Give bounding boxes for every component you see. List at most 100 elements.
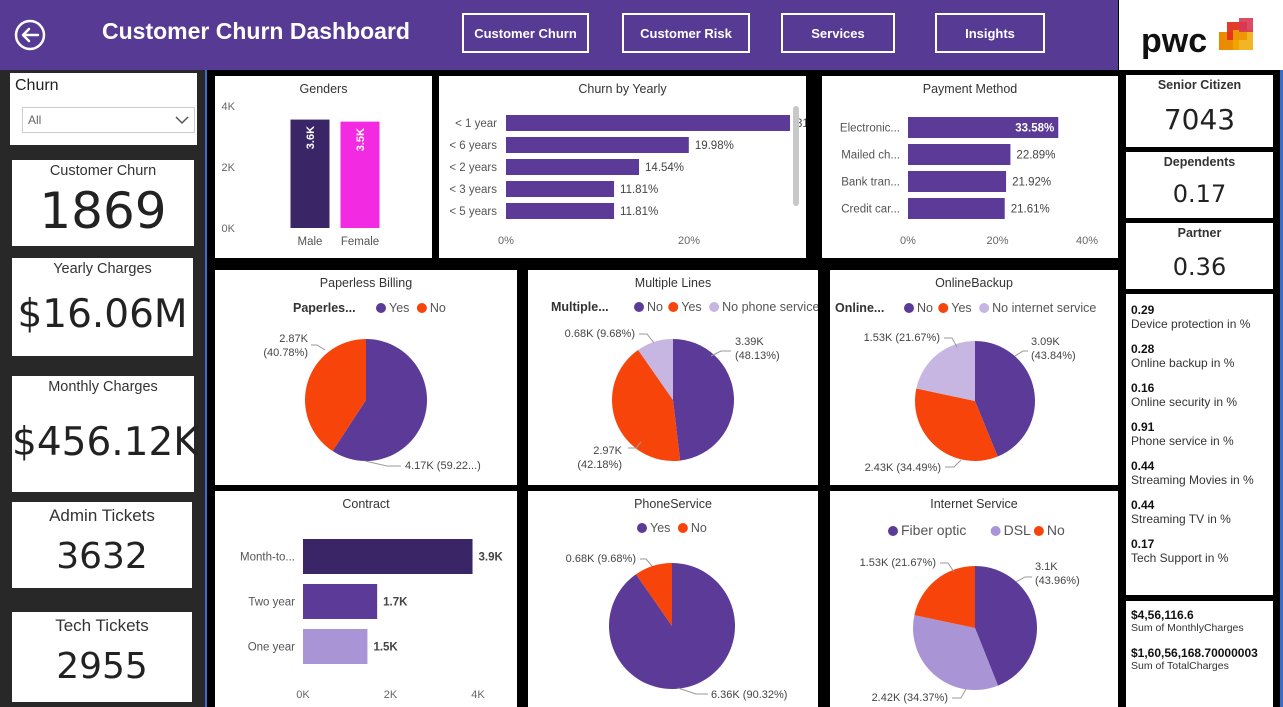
pie-data-label: 2.87K [279, 333, 308, 345]
bar [506, 203, 615, 219]
kpi-value: 3632 [56, 536, 148, 577]
nav-button-insights[interactable]: Insights [935, 13, 1045, 53]
metric-value: 0.28 [1131, 342, 1155, 356]
legend-label: No [917, 301, 933, 315]
legend-label: No [1047, 522, 1065, 538]
churn-filter-label: Churn [15, 77, 59, 94]
category-label: < 2 years [449, 162, 497, 174]
legend-title: Paperles... [293, 301, 356, 315]
leader-line [677, 687, 708, 695]
sum-item: $1,60,56,168.70000003 Sum of TotalCharges [1131, 646, 1258, 672]
metric-value: 0.91 [1131, 420, 1155, 434]
bar-data-label: 22.89% [1016, 150, 1055, 162]
category-label: < 1 year [455, 118, 497, 130]
nav-button-customer-churn[interactable]: Customer Churn [462, 13, 589, 53]
scrollbar[interactable] [793, 106, 799, 206]
legend-label: No internet service [992, 301, 1096, 315]
legend-marker [677, 523, 688, 533]
back-arrow-icon[interactable] [14, 19, 46, 51]
pie-data-label: 0.68K (9.68%) [566, 553, 636, 565]
sum-label: Sum of MonthlyCharges [1131, 622, 1244, 634]
churn-filter-dropdown[interactable]: All [22, 107, 195, 133]
page-title: Customer Churn Dashboard [102, 18, 410, 44]
x-tick-label: 40% [1076, 235, 1098, 247]
legend-label: Yes [389, 301, 409, 315]
pie-data-label: 3.09K [1031, 336, 1060, 348]
metric-label: Device protection in % [1131, 317, 1251, 331]
x-tick-label: 20% [678, 235, 700, 247]
internet-service-svg: Fiber optic DSL No 3.1K (43.96%) 2.42K (34.37… [860, 522, 1080, 704]
legend-title: Online... [835, 301, 884, 315]
nav-button-customer-risk[interactable]: Customer Risk [622, 13, 750, 53]
legend-marker [990, 526, 1001, 536]
kpi-tech-tickets: Tech Tickets 2955 [12, 612, 192, 702]
legend-marker [668, 302, 679, 312]
leader-line [364, 460, 401, 467]
churn-by-yearly-svg: < 1 year31.04%< 6 years19.98%< 2 years14… [449, 115, 806, 247]
left-panel: Churn All Customer Churn 1869 Yearly Cha… [0, 70, 207, 707]
legend-label: No [647, 300, 663, 314]
bar-data-label: 11.81% [620, 206, 658, 218]
totals-card: $4,56,116.6 Sum of MonthlyCharges $1,60,5… [1126, 601, 1273, 707]
nav-button-services[interactable]: Services [781, 13, 895, 53]
category-label: One year [248, 642, 295, 654]
payment-method-svg: Electronic... 33.58% Mailed ch... 22.89% Ban… [840, 117, 1098, 247]
bar [506, 159, 640, 175]
bar [506, 115, 791, 131]
metric-label: Online backup in % [1131, 356, 1235, 370]
pie-data-label: 3.39K [735, 336, 764, 348]
pie-data-label: 2.97K [593, 445, 622, 457]
metric-label: Tech Support in % [1131, 551, 1229, 565]
pie-data-label: 3.1K [1035, 561, 1058, 573]
category-label: < 6 years [449, 140, 497, 152]
metric-item: 0.44 Streaming Movies in % [1131, 459, 1254, 487]
y-tick-label: 2K [222, 162, 236, 174]
bar-data-label: 3.9K [479, 552, 504, 564]
y-tick-label: 0K [222, 223, 236, 235]
pie-data-label: 2.43K (34.49%) [865, 462, 941, 474]
category-label: Two year [248, 597, 295, 609]
bar-data-label: 3.5K [355, 128, 367, 151]
card-value: 0.36 [1172, 253, 1227, 281]
bar-data-label: 21.61% [1011, 204, 1050, 216]
bar-data-label: 11.81% [620, 184, 658, 196]
pie-slice [673, 339, 734, 461]
x-tick-label: 0K [296, 689, 310, 701]
metric-label: Streaming TV in % [1131, 512, 1231, 526]
legend-marker [637, 523, 647, 533]
legend-marker [979, 303, 990, 313]
svg-text:pwc: pwc [1141, 22, 1207, 60]
phone-service-svg: Yes No 6.36K (90.32%) 0.68K (9.68%) [566, 521, 788, 701]
kpi-label: Yearly Charges [53, 261, 152, 277]
leader-line [945, 459, 962, 468]
legend-label: No phone service [722, 300, 818, 314]
kpi-admin-tickets: Admin Tickets 3632 [12, 502, 192, 588]
x-tick-label: 2K [384, 689, 398, 701]
leader-line [639, 333, 655, 344]
kpi-value: 1869 [39, 182, 167, 240]
x-tick-label: 0% [900, 235, 916, 247]
card-label: Partner [1177, 226, 1222, 240]
metric-item: 0.16 Online security in % [1131, 381, 1237, 409]
leader-line [640, 558, 653, 567]
pwc-logo: pwc [1119, 0, 1283, 70]
bar-data-label: 21.92% [1012, 177, 1051, 189]
metric-item: 0.17 Tech Support in % [1131, 537, 1228, 565]
x-tick-label: 20% [986, 235, 1008, 247]
category-label: < 5 years [449, 206, 497, 218]
y-tick-label: 4K [222, 101, 236, 113]
category-label: Mailed ch... [841, 150, 900, 162]
card-value: 7043 [1163, 103, 1236, 136]
contract-chart: Contract Month-to... 3.9K Two year 1.7K One … [215, 491, 517, 707]
metric-item: 0.29 Device protection in % [1131, 303, 1250, 331]
multiple-lines-chart: Multiple Lines Multiple... No Yes No phone … [528, 270, 818, 485]
payment-method-chart: Payment Method Electronic... 33.58% Mailed… [822, 76, 1118, 258]
card-label: Senior Citizen [1157, 78, 1242, 92]
metric-value: 0.44 [1131, 498, 1155, 512]
metric-value: 0.17 [1131, 537, 1155, 551]
kpi-value: $456.12K [12, 420, 199, 465]
legend-marker [634, 302, 644, 312]
senior-citizen-card: Senior Citizen 7043 [1126, 75, 1273, 147]
header-bar: Customer Churn Dashboard Customer Churn … [0, 0, 1118, 70]
pie-data-label: (48.13%) [735, 350, 780, 362]
